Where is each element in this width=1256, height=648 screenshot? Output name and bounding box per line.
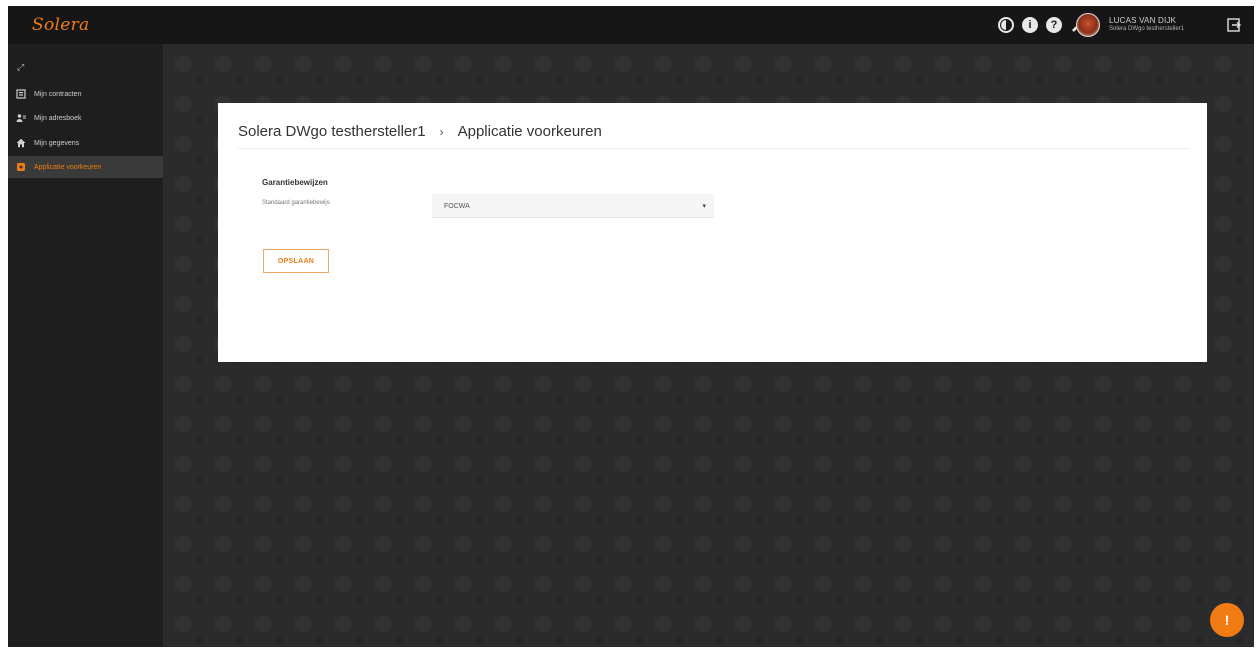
user-info[interactable]: LUCAS VAN DIJK Solera DWgo testherstelle… <box>1109 16 1184 33</box>
sidebar: ⤢ Mijn contracten Mijn adresboek Mijn ge… <box>8 44 163 647</box>
top-icon-group: i ? <box>998 6 1088 44</box>
save-button[interactable]: OPSLAAN <box>263 249 329 273</box>
chevron-down-icon: ▾ <box>702 203 706 210</box>
preferences-card: Solera DWgo testhersteller1 › Applicatie… <box>218 103 1207 362</box>
sidebar-item-label: Mijn adresboek <box>34 114 82 122</box>
select-value: FOCWA <box>444 203 470 210</box>
sidebar-item-contracts[interactable]: Mijn contracten <box>8 83 163 105</box>
contracts-icon <box>16 89 26 99</box>
sidebar-item-label: Applicatie voorkeuren <box>34 163 102 171</box>
top-bar: Solera i ? LUCAS VAN DIJK Solera DWgo te… <box>8 6 1254 44</box>
sidebar-item-address-book[interactable]: Mijn adresboek <box>8 107 163 129</box>
user-company: Solera DWgo testhersteller1 <box>1109 26 1185 32</box>
breadcrumb-parent[interactable]: Solera DWgo testhersteller1 <box>238 123 426 140</box>
breadcrumb: Solera DWgo testhersteller1 › Applicatie… <box>238 123 602 140</box>
logout-icon[interactable] <box>1226 17 1242 33</box>
breadcrumb-divider <box>238 148 1189 149</box>
default-warranty-label: Standaard garantiebewijs <box>262 200 330 206</box>
sidebar-item-label: Mijn gegevens <box>34 139 80 147</box>
user-name: LUCAS VAN DIJK <box>1109 16 1177 25</box>
address-book-icon <box>16 113 26 123</box>
solera-logo[interactable]: Solera <box>32 15 89 35</box>
sidebar-item-my-data[interactable]: Mijn gegevens <box>8 132 163 154</box>
contrast-icon[interactable] <box>998 17 1014 33</box>
info-icon[interactable]: i <box>1022 17 1038 33</box>
sidebar-item-app-preferences[interactable]: Applicatie voorkeuren <box>8 156 163 178</box>
default-warranty-select[interactable]: FOCWA ▾ <box>432 194 714 218</box>
sidebar-item-label: Mijn contracten <box>34 90 82 98</box>
section-title: Garantiebewijzen <box>262 178 328 187</box>
alert-fab-button[interactable]: ! <box>1210 603 1244 637</box>
help-icon[interactable]: ? <box>1046 17 1062 33</box>
collapse-icon[interactable]: ⤢ <box>17 62 24 73</box>
breadcrumb-separator-icon: › <box>439 124 444 139</box>
app-window: Solera i ? LUCAS VAN DIJK Solera DWgo te… <box>8 6 1254 647</box>
home-icon <box>16 138 26 148</box>
breadcrumb-current: Applicatie voorkeuren <box>457 123 602 140</box>
user-avatar[interactable] <box>1076 13 1100 37</box>
settings-icon <box>16 162 26 172</box>
